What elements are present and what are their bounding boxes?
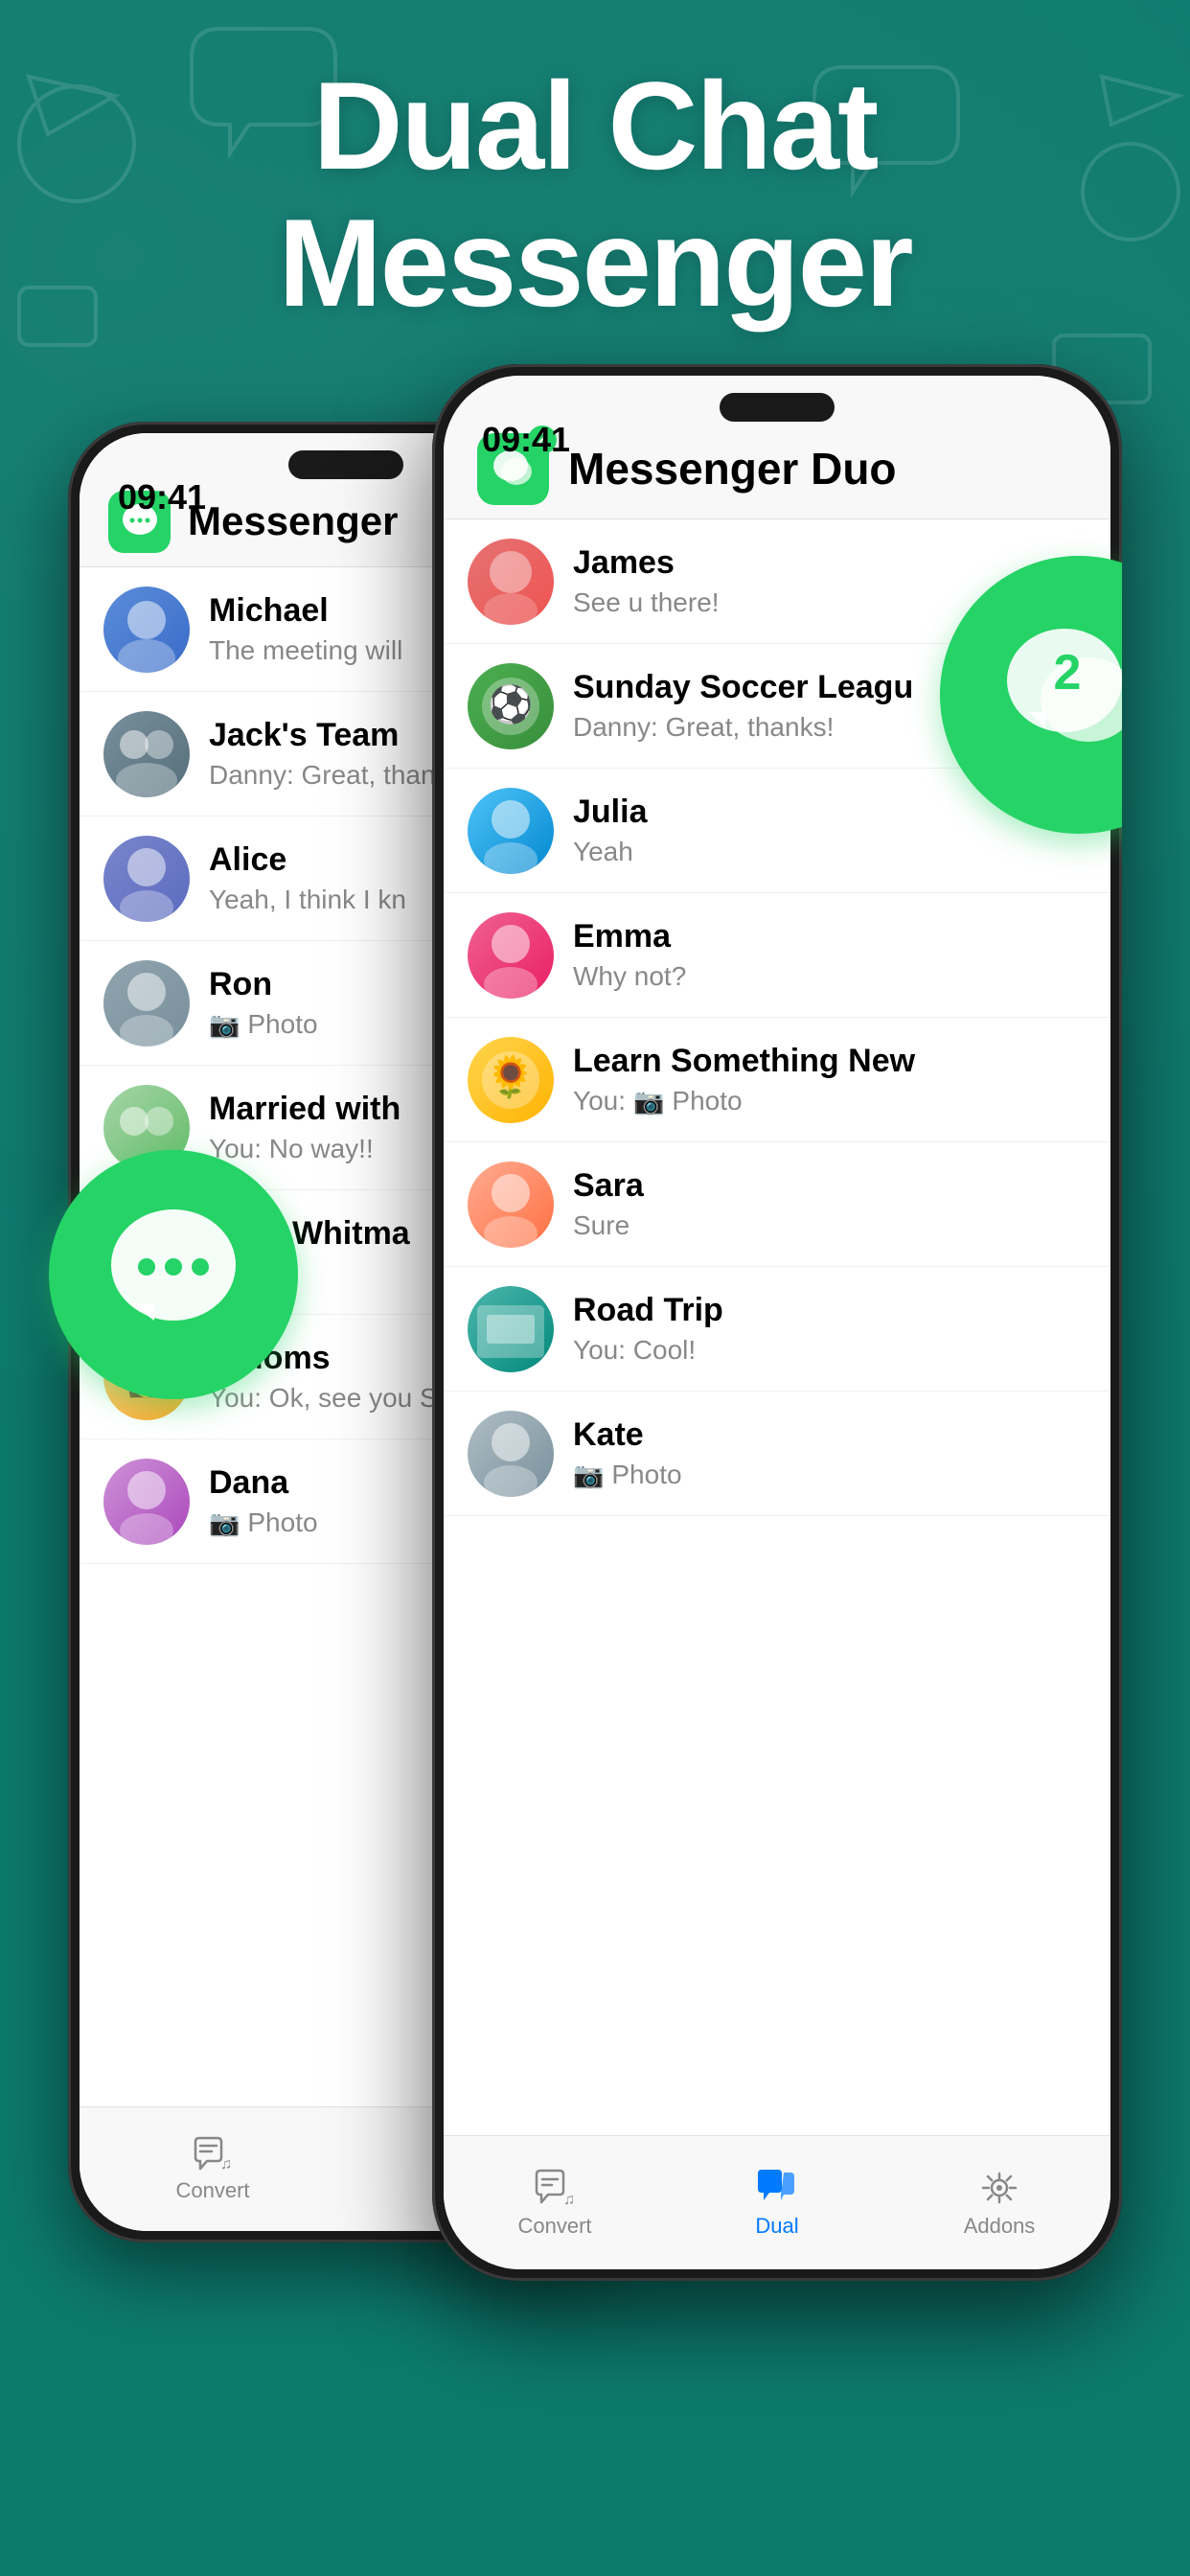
right-status-time: 09:41 — [482, 420, 570, 460]
avatar-jacks — [103, 711, 190, 797]
right-tab-addons[interactable]: Addons — [888, 2168, 1110, 2239]
convert-icon-left: ♫ — [193, 2136, 233, 2173]
avatar-soccer: ⚽ — [468, 663, 554, 749]
avatar-michael — [103, 586, 190, 673]
avatar-ron — [103, 960, 190, 1046]
chat-item-emma[interactable]: Emma Why not? — [444, 893, 1110, 1018]
avatar-julia — [468, 788, 554, 874]
right-bubble-icon: 2 — [993, 609, 1122, 781]
chat-item-road[interactable]: Road Trip You: Cool! — [444, 1267, 1110, 1392]
right-tab-dual-label: Dual — [755, 2214, 798, 2239]
right-tab-convert-label: Convert — [517, 2214, 591, 2239]
left-green-bubble — [49, 1150, 298, 1399]
right-dynamic-island — [720, 393, 835, 422]
left-status-time: 09:41 — [118, 477, 206, 518]
dual-icon-right — [755, 2168, 799, 2208]
chat-preview-road: You: Cool! — [573, 1335, 1087, 1366]
chat-preview-emma: Why not? — [573, 961, 1087, 992]
right-tab-addons-label: Addons — [964, 2214, 1036, 2239]
avatar-road — [468, 1286, 554, 1372]
chat-info-learn: Learn Something New You: 📷 Photo — [573, 1043, 1087, 1116]
chat-preview-julia: Yeah — [573, 837, 1087, 867]
svg-text:2: 2 — [1054, 645, 1082, 701]
chat-item-kate[interactable]: Kate 📷 Photo — [444, 1392, 1110, 1516]
chat-info-road: Road Trip You: Cool! — [573, 1292, 1087, 1366]
addons-icon — [977, 2168, 1021, 2208]
chat-info-sara: Sara Sure — [573, 1167, 1087, 1241]
left-bubble-icon — [97, 1198, 250, 1351]
left-dynamic-island — [288, 450, 403, 479]
chat-name-kate: Kate — [573, 1416, 1087, 1454]
chat-info-kate: Kate 📷 Photo — [573, 1416, 1087, 1490]
avatar-kate — [468, 1411, 554, 1497]
chat-info-emma: Emma Why not? — [573, 918, 1087, 992]
phones-container: 09:41 Messenger — [68, 364, 1122, 2472]
avatar-dana — [103, 1459, 190, 1545]
chat-preview-kate: 📷 Photo — [573, 1460, 1087, 1490]
right-tab-dual[interactable]: Dual — [666, 2168, 888, 2239]
svg-text:♫: ♫ — [220, 2156, 232, 2173]
left-tab-convert[interactable]: ♫ Convert — [80, 2136, 346, 2203]
left-tab-convert-label: Convert — [175, 2178, 249, 2203]
avatar-sara — [468, 1162, 554, 1248]
right-tab-convert[interactable]: ♫ Convert — [444, 2168, 666, 2239]
svg-text:♫: ♫ — [563, 2192, 575, 2208]
chat-name-learn: Learn Something New — [573, 1043, 1087, 1080]
avatar-alice — [103, 836, 190, 922]
right-tab-bar: ♫ Convert Dual — [444, 2135, 1110, 2269]
chat-item-learn[interactable]: 🌻 Learn Something New You: 📷 Photo — [444, 1018, 1110, 1142]
hero-title: Dual Chat Messenger — [0, 58, 1190, 332]
chat-name-sara: Sara — [573, 1167, 1087, 1205]
chat-preview-learn: You: 📷 Photo — [573, 1086, 1087, 1116]
avatar-james — [468, 539, 554, 625]
chat-item-sara[interactable]: Sara Sure — [444, 1142, 1110, 1267]
avatar-emma — [468, 912, 554, 999]
right-phone: 09:41 2 Messenger Duo — [432, 364, 1122, 2281]
convert-icon-right: ♫ — [533, 2168, 577, 2208]
chat-name-road: Road Trip — [573, 1292, 1087, 1329]
svg-text:🌻: 🌻 — [486, 1053, 536, 1100]
right-status-bar: 09:41 — [444, 376, 1110, 472]
chat-name-emma: Emma — [573, 918, 1087, 955]
chat-preview-sara: Sure — [573, 1210, 1087, 1241]
avatar-learn: 🌻 — [468, 1037, 554, 1123]
svg-text:⚽: ⚽ — [486, 683, 533, 725]
